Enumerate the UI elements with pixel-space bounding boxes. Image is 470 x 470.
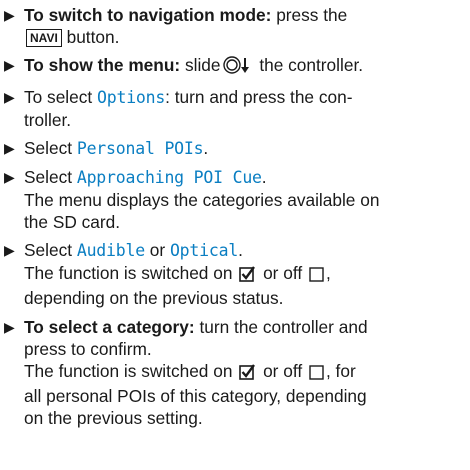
step-text: To select <box>24 86 97 107</box>
step-text: , for <box>325 360 356 381</box>
checked-box-icon <box>239 265 256 287</box>
step-text: Select <box>24 137 77 158</box>
step-select-category: ▶ To select a category: turn the control… <box>0 316 466 429</box>
step-line: The function is switched on or off , <box>24 262 466 287</box>
triangle-right-icon: ▶ <box>4 88 15 105</box>
step-line: press to confirm. <box>24 338 152 359</box>
navi-key-label: NAVI <box>26 29 62 47</box>
menu-item-options: Options <box>97 87 166 107</box>
step-text: . <box>261 167 267 188</box>
step-text: . <box>238 240 243 261</box>
step-select-audible-optical: ▶ Select Audible or Optical. The functio… <box>0 239 466 309</box>
step-text: slide <box>180 55 221 76</box>
step-line: The function is switched on or off , for <box>24 360 466 385</box>
triangle-right-icon: ▶ <box>4 318 15 335</box>
triangle-right-icon: ▶ <box>4 242 15 259</box>
step-line: Select Audible or Optical. <box>24 239 466 262</box>
step-line: depending on the previous status. <box>24 288 284 309</box>
step-text: or off <box>258 263 303 284</box>
menu-item-audible: Audible <box>76 241 145 261</box>
step-heading: To show the menu: <box>24 55 181 76</box>
empty-box-icon <box>309 363 324 385</box>
step-line: Select Approaching POI Cue. <box>24 166 466 189</box>
empty-box-icon <box>309 265 324 287</box>
step-line: troller. <box>24 109 466 131</box>
step-text: , <box>325 263 331 284</box>
step-line: the SD card. <box>24 212 121 233</box>
step-heading: To switch to navigation mode: <box>24 5 272 25</box>
step-text: Select <box>24 167 77 188</box>
step-text: The function is switched on <box>24 360 233 381</box>
step-line: To show the menu: slide the controller. <box>24 54 466 79</box>
step-text: Select <box>24 240 77 261</box>
step-select-options: ▶ To select Options: turn and press the … <box>0 86 466 131</box>
step-text: button. <box>61 27 120 47</box>
controller-slide-down-icon <box>222 56 253 79</box>
step-switch-navigation: ▶ To switch to navigation mode: press th… <box>0 4 466 48</box>
triangle-right-icon: ▶ <box>4 139 15 156</box>
step-text: press the <box>271 5 348 25</box>
step-text: the controller. <box>254 55 364 76</box>
step-text: turn the controller and <box>194 316 368 337</box>
step-line: The menu displays the categories availab… <box>24 190 380 211</box>
step-line: To select a category: turn the controlle… <box>24 316 466 338</box>
step-select-approaching-poi-cue: ▶ Select Approaching POI Cue. The menu d… <box>0 166 466 233</box>
step-line: on the previous setting. <box>24 407 203 428</box>
checked-box-icon <box>239 363 256 385</box>
instruction-list: ▶ To switch to navigation mode: press th… <box>0 4 466 435</box>
menu-item-approaching-poi-cue: Approaching POI Cue <box>76 168 262 188</box>
triangle-right-icon: ▶ <box>4 7 15 23</box>
step-text: The function is switched on <box>24 263 233 284</box>
triangle-right-icon: ▶ <box>4 57 15 74</box>
step-line: To select Options: turn and press the co… <box>24 86 466 109</box>
step-heading: To select a category: <box>24 316 195 337</box>
step-line: To switch to navigation mode: press the <box>24 4 466 26</box>
step-line: all personal POIs of this category, depe… <box>24 385 367 406</box>
step-line: NAVI button. <box>24 26 466 48</box>
step-select-personal-pois: ▶ Select Personal POIs. <box>0 137 466 160</box>
step-text: or <box>144 240 170 261</box>
step-text: troller. <box>24 109 72 130</box>
step-show-menu: ▶ To show the menu: slide the controller… <box>0 54 466 79</box>
step-text: . <box>203 137 209 158</box>
step-text: or off <box>258 360 303 381</box>
menu-item-optical: Optical <box>169 241 239 261</box>
step-text: : turn and press the con- <box>165 86 353 107</box>
triangle-right-icon: ▶ <box>4 169 15 186</box>
step-line: Select Personal POIs. <box>24 137 466 160</box>
menu-item-personal-pois: Personal POIs <box>76 138 204 158</box>
